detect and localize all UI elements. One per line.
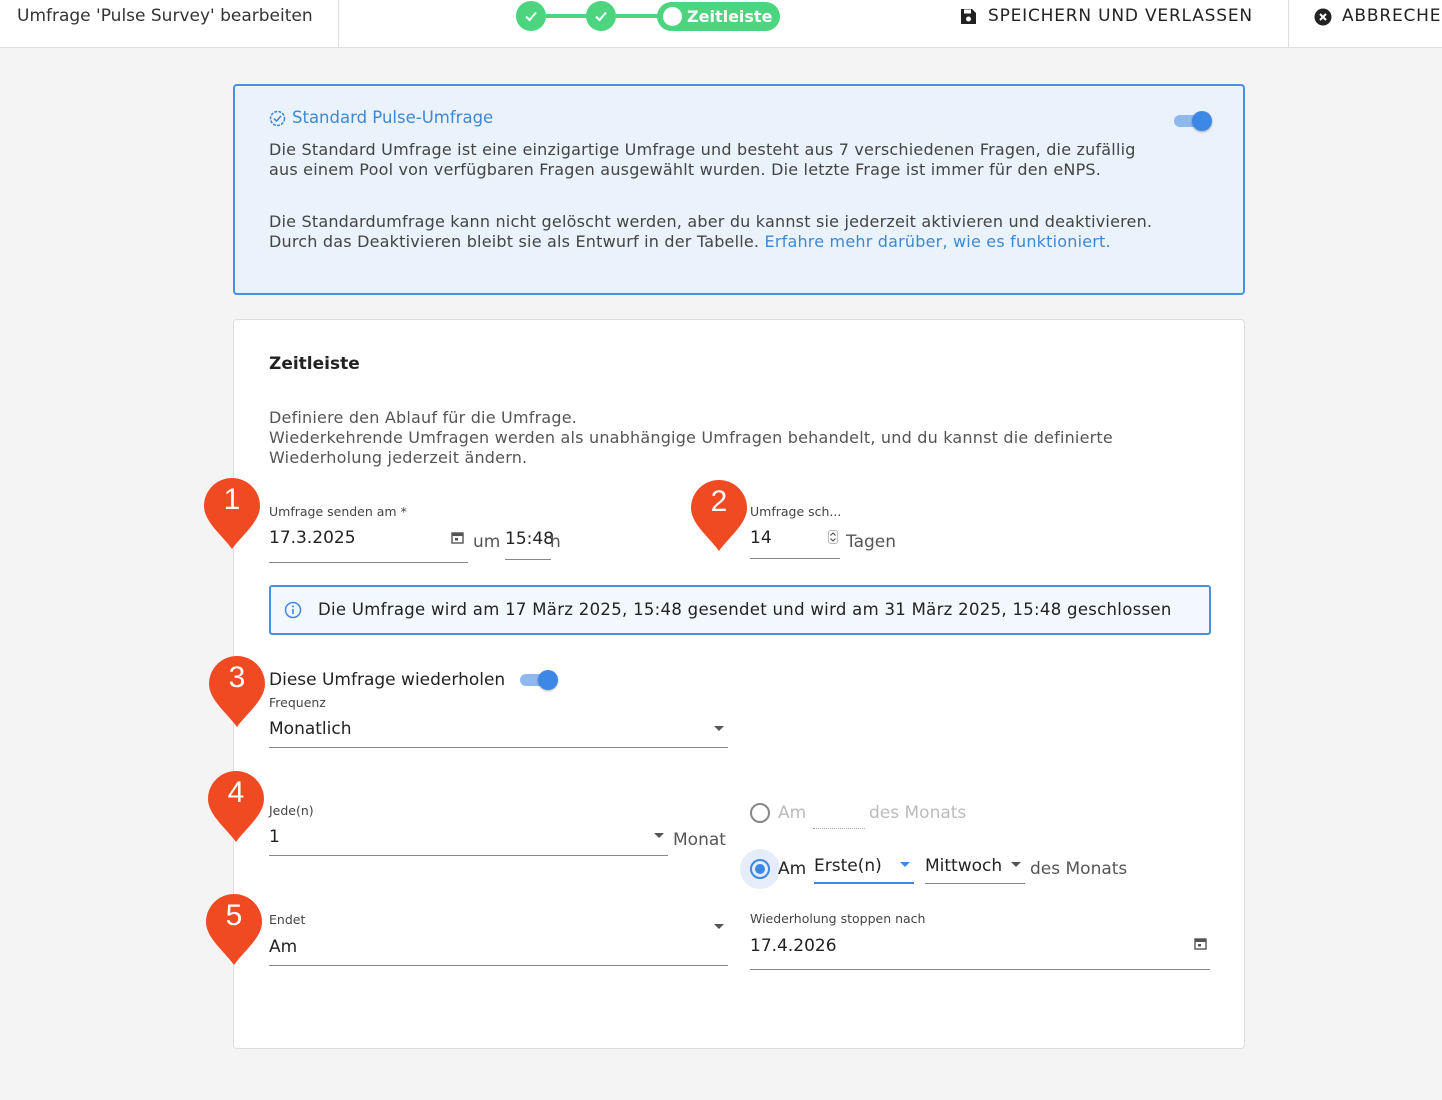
info-paragraph-2: Die Standardumfrage kann nicht gelöscht … [269, 212, 1169, 252]
save-icon [961, 9, 976, 24]
info-icon [284, 601, 302, 619]
time-underline [505, 559, 551, 560]
timeline-card: Zeitleiste Definiere den Ablauf für die … [233, 319, 1245, 1049]
cancel-button[interactable]: ABBRECHE [1314, 6, 1442, 32]
info-title-text: Standard Pulse-Umfrage [292, 108, 494, 127]
badge-check-icon [269, 110, 286, 127]
calendar-icon[interactable] [1194, 937, 1207, 950]
check-icon [525, 11, 537, 22]
marker-3-number: 3 [228, 661, 246, 694]
repeat-label: Diese Umfrage wiederholen [269, 670, 506, 690]
marker-4: 4 [207, 771, 265, 843]
step-current-label: Zeitleiste [687, 7, 773, 26]
marker-2: 2 [690, 480, 748, 552]
day-of-month-input[interactable] [813, 828, 865, 829]
day-of-month-radio[interactable] [750, 803, 770, 823]
frequency-select[interactable]: Monatlich [269, 719, 352, 739]
info-paragraph-1: Die Standard Umfrage ist eine einzigarti… [269, 140, 1136, 179]
weekday-underline [925, 883, 1025, 884]
progress-stepper: Zeitleiste [516, 1, 786, 31]
step-connector [546, 14, 588, 18]
step-1-done[interactable] [516, 1, 546, 31]
timeline-desc-line-2: Wiederkehrende Umfragen werden als unabh… [269, 428, 1113, 467]
divider [338, 0, 339, 48]
chevron-down-icon[interactable] [900, 862, 910, 867]
check-icon [595, 11, 607, 22]
close-circle-icon [1314, 8, 1332, 26]
chevron-down-icon[interactable] [1011, 862, 1021, 867]
weekday-select[interactable]: Mittwoch [925, 856, 1002, 876]
timeline-title: Zeitleiste [269, 354, 360, 374]
every-underline [269, 855, 668, 856]
save-and-exit-button[interactable]: SPEICHERN UND VERLASSEN [960, 6, 1270, 32]
toggle-knob [1192, 111, 1212, 131]
ends-label: Endet [269, 912, 306, 927]
send-date-input[interactable]: 17.3.2025 [269, 528, 356, 548]
day-of-month-suffix: des Monats [869, 803, 967, 823]
learn-more-link[interactable]: Erfahre mehr darüber, wie es funktionier… [765, 232, 1111, 251]
every-select[interactable]: 1 [269, 827, 280, 847]
number-spinner-icon[interactable] [828, 530, 838, 544]
calendar-icon[interactable] [451, 531, 464, 544]
send-date-label: Umfrage senden am * [269, 504, 407, 519]
chevron-down-icon[interactable] [714, 924, 724, 929]
weekday-of-month-radio[interactable] [750, 859, 770, 879]
close-days-input[interactable]: 14 [750, 528, 772, 548]
marker-5-number: 5 [225, 899, 243, 932]
repeat-toggle[interactable] [520, 670, 558, 690]
close-after-label: Umfrage sch... [750, 504, 842, 519]
frequency-underline [269, 747, 728, 748]
step-connector [616, 14, 660, 18]
ends-select[interactable]: Am [269, 937, 297, 957]
step-2-done[interactable] [586, 1, 616, 31]
stop-after-label: Wiederholung stoppen nach [750, 911, 926, 926]
standard-survey-info: Standard Pulse-Umfrage Die Standard Umfr… [233, 84, 1245, 295]
weekday-of-month-am: Am [778, 859, 807, 879]
days-label: Tagen [846, 532, 897, 552]
schedule-notice: Die Umfrage wird am 17 März 2025, 15:48 … [269, 585, 1211, 635]
close-days-underline [750, 558, 840, 559]
marker-3: 3 [208, 656, 266, 728]
at-label: um [473, 532, 501, 552]
schedule-notice-text: Die Umfrage wird am 17 März 2025, 15:48 … [318, 600, 1172, 619]
send-date-underline [269, 562, 468, 563]
timeline-description: Definiere den Ablauf für die Umfrage. Wi… [269, 408, 1189, 468]
marker-4-number: 4 [227, 776, 245, 809]
save-and-exit-label: SPEICHERN UND VERLASSEN [988, 6, 1253, 26]
top-bar: Umfrage 'Pulse Survey' bearbeiten Zeitle… [0, 0, 1442, 48]
frequency-label: Frequenz [269, 695, 326, 710]
ends-underline [269, 965, 728, 966]
every-unit: Monat [673, 830, 726, 850]
step-current[interactable]: Zeitleiste [657, 2, 780, 31]
stop-date-input[interactable]: 17.4.2026 [750, 936, 837, 956]
standard-survey-toggle[interactable] [1174, 111, 1212, 131]
time-unit: h [550, 532, 561, 552]
cancel-label: ABBRECHE [1342, 6, 1442, 26]
marker-1-number: 1 [223, 483, 241, 516]
every-label: Jede(n) [269, 803, 314, 818]
page-title: Umfrage 'Pulse Survey' bearbeiten [17, 6, 313, 26]
ordinal-select[interactable]: Erste(n) [814, 856, 882, 876]
toggle-knob [538, 670, 558, 690]
marker-1: 1 [203, 478, 261, 550]
step-dot [663, 7, 682, 26]
weekday-of-month-suffix: des Monats [1030, 859, 1128, 879]
marker-2-number: 2 [710, 485, 728, 518]
ordinal-underline [814, 882, 914, 884]
divider [1288, 0, 1289, 48]
day-of-month-am: Am [778, 803, 807, 823]
stop-date-underline [750, 969, 1210, 970]
time-input[interactable]: 15:48 [505, 529, 554, 549]
marker-5: 5 [205, 894, 263, 966]
timeline-desc-line-1: Definiere den Ablauf für die Umfrage. [269, 408, 578, 427]
chevron-down-icon[interactable] [654, 833, 664, 838]
chevron-down-icon[interactable] [714, 726, 724, 731]
